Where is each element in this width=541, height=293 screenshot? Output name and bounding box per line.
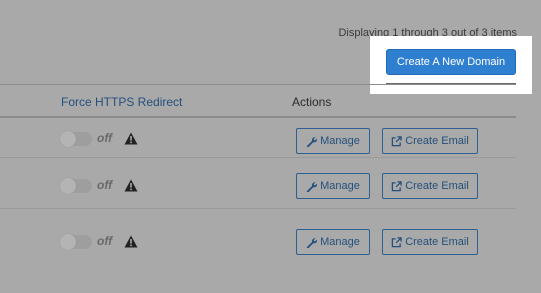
toggle-knob — [60, 131, 76, 147]
create-email-button[interactable]: Create Email — [382, 229, 478, 255]
external-link-icon — [391, 236, 402, 247]
table-row: off Manage Create Email — [0, 209, 516, 271]
warning-icon — [124, 179, 138, 192]
manage-button[interactable]: Manage — [296, 229, 370, 255]
wrench-icon — [307, 136, 318, 147]
toggle-state-label: off — [97, 131, 113, 145]
toggle-knob — [60, 178, 76, 194]
table-row: off Manage Create Email — [0, 118, 516, 158]
manage-button-label: Manage — [320, 236, 360, 248]
create-email-button-label: Create Email — [405, 180, 469, 192]
https-redirect-toggle[interactable] — [60, 131, 92, 147]
column-actions: Actions — [292, 95, 332, 109]
wrench-icon — [307, 181, 318, 192]
table-row: off Manage Create Email — [0, 158, 516, 209]
create-new-domain-button[interactable]: Create A New Domain — [386, 49, 516, 75]
table-header: Force HTTPS Redirect Actions — [0, 84, 516, 118]
manage-button[interactable]: Manage — [296, 173, 370, 199]
create-email-button[interactable]: Create Email — [382, 173, 478, 199]
domains-table: Force HTTPS Redirect Actions off Manage … — [0, 84, 516, 271]
warning-icon — [124, 132, 138, 145]
https-redirect-toggle[interactable] — [60, 234, 92, 250]
external-link-icon — [391, 135, 402, 146]
warning-icon — [124, 235, 138, 248]
manage-button-label: Manage — [320, 180, 360, 192]
create-email-button[interactable]: Create Email — [382, 128, 478, 154]
toggle-state-label: off — [97, 234, 113, 248]
manage-button-label: Manage — [320, 135, 360, 147]
wrench-icon — [307, 237, 318, 248]
toggle-knob — [60, 234, 76, 250]
external-link-icon — [391, 180, 402, 191]
create-email-button-label: Create Email — [405, 135, 469, 147]
manage-button[interactable]: Manage — [296, 128, 370, 154]
create-email-button-label: Create Email — [405, 236, 469, 248]
toggle-state-label: off — [97, 178, 113, 192]
https-redirect-toggle[interactable] — [60, 178, 92, 194]
column-force-https-redirect[interactable]: Force HTTPS Redirect — [61, 95, 182, 109]
